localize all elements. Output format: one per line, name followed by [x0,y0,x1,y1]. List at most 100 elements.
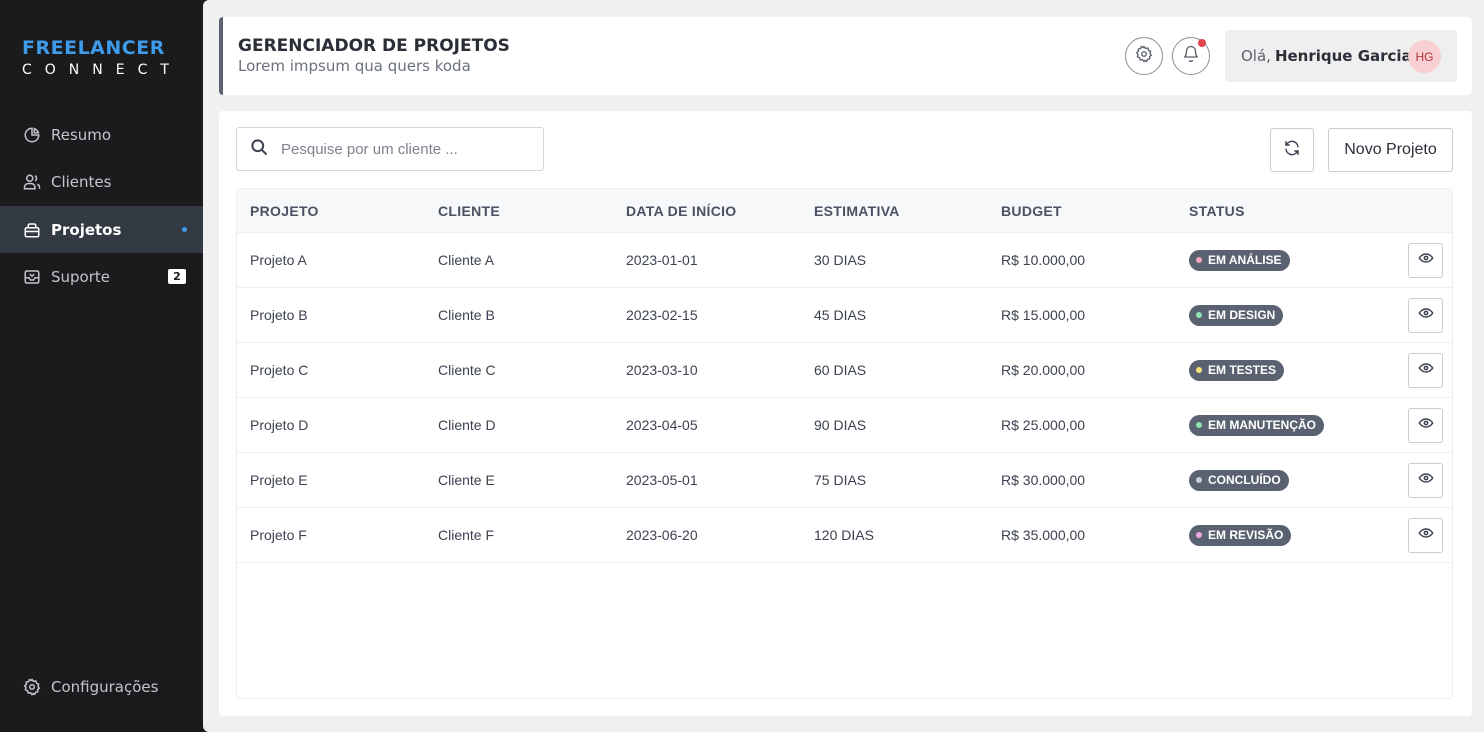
cell-budget: R$ 20.000,00 [1001,362,1086,378]
cell-status: EM DESIGN [1189,304,1284,326]
eye-icon [1417,525,1434,546]
pie-chart-icon [22,125,41,144]
cell-projeto: Projeto A [250,252,307,268]
column-header-status[interactable]: STATUS [1189,203,1245,219]
status-label: EM REVISÃO [1208,528,1284,542]
column-header-data-inicio[interactable]: DATA DE INÍCIO [626,203,737,219]
status-badge: CONCLUÍDO [1189,469,1289,491]
view-project-button[interactable] [1408,408,1443,443]
cell-status: CONCLUÍDO [1189,469,1289,491]
table-row: Projeto E Cliente E 2023-05-01 75 DIAS R… [237,453,1452,508]
projects-panel: Novo Projeto PROJETO CLIENTE DATA DE INÍ… [219,111,1472,716]
cell-estimativa: 75 DIAS [814,472,867,488]
cell-cliente: Cliente A [438,252,495,268]
cell-projeto: Projeto C [250,362,309,378]
cell-budget: R$ 30.000,00 [1001,472,1086,488]
status-dot [1196,532,1202,538]
table-row: Projeto D Cliente D 2023-04-05 90 DIAS R… [237,398,1452,453]
refresh-button[interactable] [1270,128,1314,172]
brand-logo[interactable]: FREELANCER CONNECT [22,37,182,79]
support-inbox-icon [22,267,41,286]
cell-status: EM TESTES [1189,359,1285,381]
cell-cliente: Cliente B [438,307,495,323]
bell-icon [1182,45,1200,68]
search-icon [249,137,269,162]
sidebar-item-clientes[interactable]: Clientes [0,158,203,205]
cell-projeto: Projeto B [250,307,308,323]
status-badge: EM REVISÃO [1189,524,1292,546]
cell-cliente: Cliente F [438,527,495,543]
table-row: Projeto B Cliente B 2023-02-15 45 DIAS R… [237,288,1452,343]
column-header-cliente[interactable]: CLIENTE [438,203,500,219]
status-badge: EM DESIGN [1189,304,1284,326]
avatar[interactable]: HG [1408,40,1441,73]
view-project-button[interactable] [1408,243,1443,278]
eye-icon [1417,360,1434,381]
cell-status: EM MANUTENÇÃO [1189,414,1324,436]
cell-budget: R$ 35.000,00 [1001,527,1086,543]
cell-status: EM REVISÃO [1189,524,1292,546]
notification-dot [1198,39,1206,47]
sidebar-item-label: Clientes [51,172,112,191]
cell-estimativa: 30 DIAS [814,252,867,268]
cell-data-inicio: 2023-05-01 [626,472,698,488]
search-box [236,127,544,171]
eye-icon [1417,250,1434,271]
sidebar-item-configuracoes[interactable]: Configurações [0,663,203,710]
cell-cliente: Cliente E [438,472,495,488]
status-label: EM DESIGN [1208,308,1276,322]
cell-cliente: Cliente D [438,417,496,433]
status-dot [1196,312,1202,318]
cell-estimativa: 90 DIAS [814,417,867,433]
cell-estimativa: 120 DIAS [814,527,874,543]
status-dot [1196,422,1202,428]
cell-budget: R$ 15.000,00 [1001,307,1086,323]
sidebar: FREELANCER CONNECT Resumo Clientes Proje… [0,0,203,732]
table-header: PROJETO CLIENTE DATA DE INÍCIO ESTIMATIV… [237,189,1452,233]
new-project-button[interactable]: Novo Projeto [1328,128,1453,172]
table-row: Projeto A Cliente A 2023-01-01 30 DIAS R… [237,233,1452,288]
user-name: Henrique Garcia [1274,47,1412,65]
column-header-estimativa[interactable]: ESTIMATIVA [814,203,900,219]
main-area: GERENCIADOR DE PROJETOS Lorem impsum qua… [203,0,1484,732]
cell-data-inicio: 2023-03-10 [626,362,698,378]
eye-icon [1417,305,1434,326]
sidebar-item-label: Suporte [51,267,111,286]
eye-icon [1417,415,1434,436]
sidebar-item-suporte[interactable]: Suporte 2 [0,253,203,300]
search-input[interactable] [281,140,531,158]
active-indicator-dot [182,227,187,232]
cell-estimativa: 60 DIAS [814,362,867,378]
column-header-projeto[interactable]: PROJETO [250,203,319,219]
notifications-button[interactable] [1172,37,1210,75]
status-label: CONCLUÍDO [1208,473,1281,487]
eye-icon [1417,470,1434,491]
status-label: EM MANUTENÇÃO [1208,418,1316,432]
greeting-text: Olá, [1241,47,1271,65]
sidebar-item-label: Resumo [51,125,112,144]
briefcase-icon [22,220,41,239]
view-project-button[interactable] [1408,353,1443,388]
view-project-button[interactable] [1408,298,1443,333]
users-icon [22,172,41,191]
table-row: Projeto C Cliente C 2023-03-10 60 DIAS R… [237,343,1452,398]
status-label: EM ANÁLISE [1208,253,1282,267]
brand-line-2: CONNECT [22,62,182,78]
view-project-button[interactable] [1408,463,1443,498]
column-header-budget[interactable]: BUDGET [1001,203,1062,219]
view-project-button[interactable] [1408,518,1443,553]
user-menu[interactable]: Olá, Henrique Garcia HG [1225,30,1457,82]
cell-budget: R$ 10.000,00 [1001,252,1086,268]
table-row: Projeto F Cliente F 2023-06-20 120 DIAS … [237,508,1452,563]
sidebar-item-projetos[interactable]: Projetos [0,206,203,253]
status-badge: EM TESTES [1189,359,1285,381]
gear-icon [1135,44,1153,68]
status-badge: EM ANÁLISE [1189,249,1290,271]
status-dot [1196,257,1202,263]
cell-cliente: Cliente C [438,362,496,378]
cell-budget: R$ 25.000,00 [1001,417,1086,433]
sidebar-item-resumo[interactable]: Resumo [0,111,203,158]
cell-data-inicio: 2023-02-15 [626,307,698,323]
settings-button[interactable] [1125,37,1163,75]
cell-projeto: Projeto E [250,472,308,488]
